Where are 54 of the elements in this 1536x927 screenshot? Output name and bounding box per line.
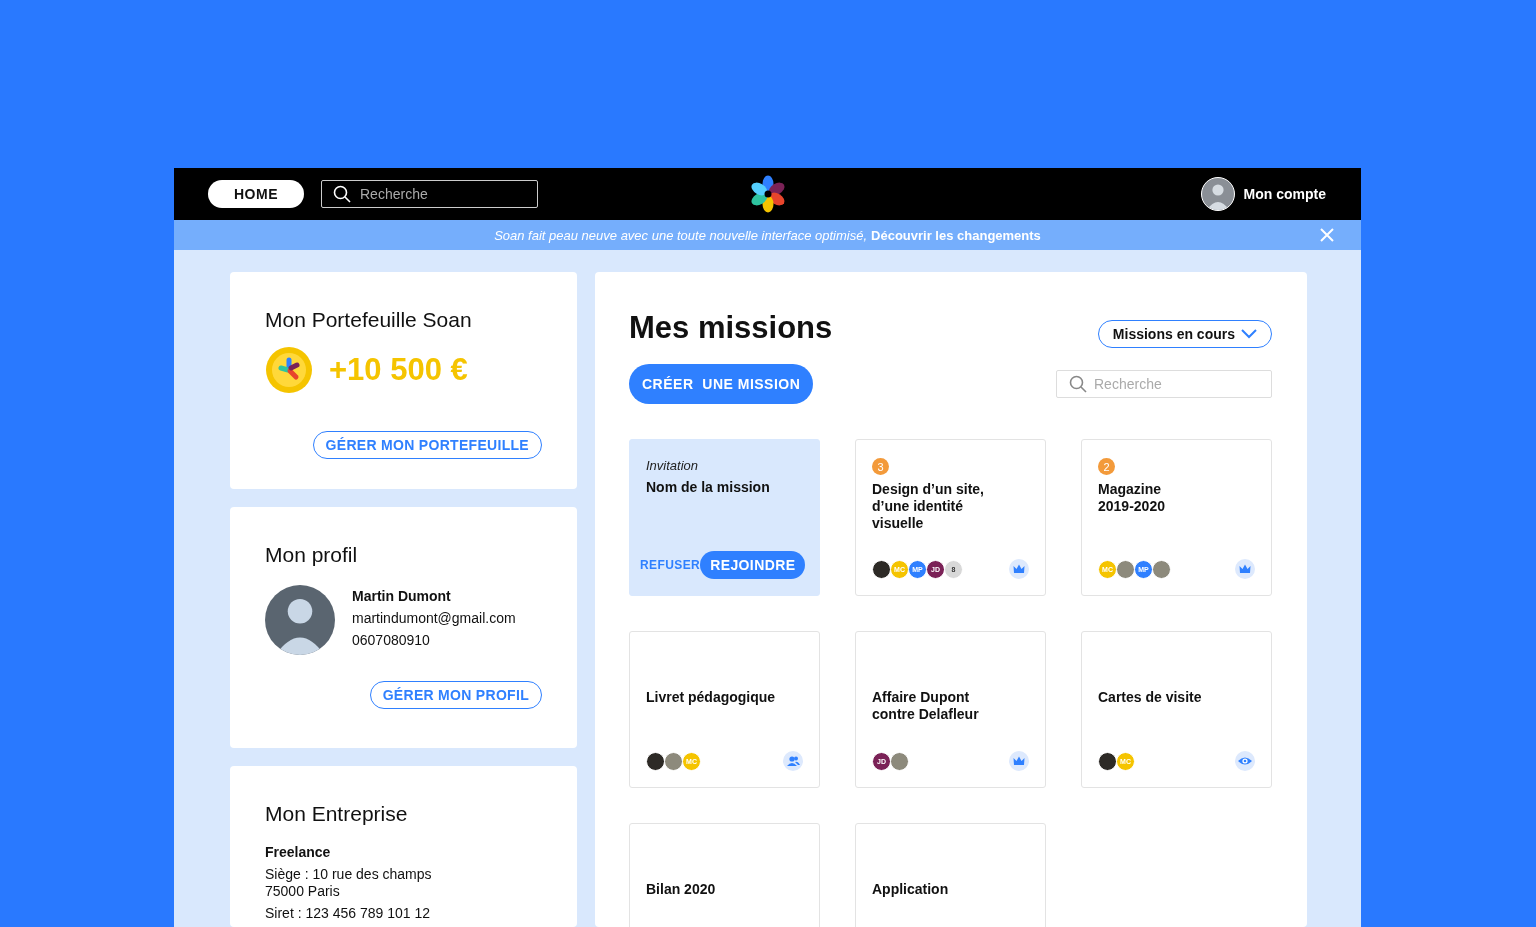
mission-title: Affaire Dupont contre Delafleur [872, 689, 980, 723]
banner-message: Soan fait peau neuve avec une toute nouvelle interface optimisé, [494, 227, 868, 243]
crown-icon [1009, 751, 1029, 771]
avatar-icon [1200, 177, 1235, 211]
notification-badge: 3 [872, 458, 889, 475]
coin-icon [265, 346, 313, 394]
join-button[interactable]: REJOINDRE [700, 551, 806, 579]
mission-card[interactable]: Bilan 2020 [629, 823, 820, 927]
search-field[interactable]: Recherche [321, 180, 538, 208]
avatar-icon [646, 751, 665, 771]
account-link[interactable]: Mon compte [1243, 186, 1326, 202]
invitation-label: Invitation [646, 458, 700, 473]
profile-phone: 0607080910 [352, 631, 431, 651]
panel-title: Mes missions [629, 310, 833, 346]
avatar-icon [1098, 751, 1117, 771]
mission-title: Application [872, 881, 950, 898]
profile-email: martindumont@gmail.com [352, 609, 516, 629]
people-icon [783, 751, 803, 771]
home-button[interactable]: HOME [208, 180, 304, 208]
card-title: Mon Portefeuille Soan [265, 308, 473, 332]
avatar-icon [872, 559, 891, 579]
logo-icon [749, 175, 787, 213]
crown-icon [1009, 559, 1029, 579]
create-mission-button[interactable]: CRÉER UNE MISSION [629, 364, 814, 404]
mission-title: Cartes de visite [1098, 689, 1203, 706]
close-icon[interactable] [1320, 228, 1334, 242]
avatar-icon [890, 751, 909, 771]
chevron-icon [1241, 329, 1257, 339]
mission-title: Magazine 2019-2020 [1098, 481, 1166, 515]
manage-wallet-button[interactable]: GÉRER MON PORTEFEUILLE [312, 431, 542, 459]
mission-title: Bilan 2020 [646, 881, 717, 898]
card-title: Mon profil [265, 543, 359, 568]
notification-badge: 2 [1098, 458, 1115, 475]
crown-icon [1235, 559, 1255, 579]
search-field[interactable]: Recherche [1056, 370, 1272, 398]
search-icon [1069, 375, 1087, 393]
search-icon [333, 185, 351, 203]
avatar-icon [664, 751, 683, 771]
mission-title: Nom de la mission [646, 479, 771, 496]
company-siret: Siret : 123 456 789 101 12 [265, 905, 432, 922]
profile-name: Martin Dumont [352, 587, 452, 607]
card-title: Mon Entreprise [265, 802, 409, 826]
eye-icon [1235, 751, 1255, 771]
manage-profile-button[interactable]: GÉRER MON PROFIL [369, 681, 542, 710]
filter-dropdown[interactable]: Missions en cours [1097, 320, 1272, 348]
mission-card[interactable]: Application [855, 823, 1046, 927]
company-address: Siège : 10 rue des champs 75000 Paris [265, 866, 433, 900]
avatar-icon [1152, 559, 1171, 579]
invitation-card[interactable]: Invitation Nom de la mission REFUSER REJOINDRE [629, 439, 820, 596]
company-type: Freelance [265, 844, 332, 861]
mission-title: Design d’un site, d’une identité visuelle [872, 481, 985, 532]
wallet-balance: +10 500 € [329, 352, 468, 388]
avatar-icon [1116, 559, 1135, 579]
mission-title: Livret pédagogique [646, 689, 777, 706]
